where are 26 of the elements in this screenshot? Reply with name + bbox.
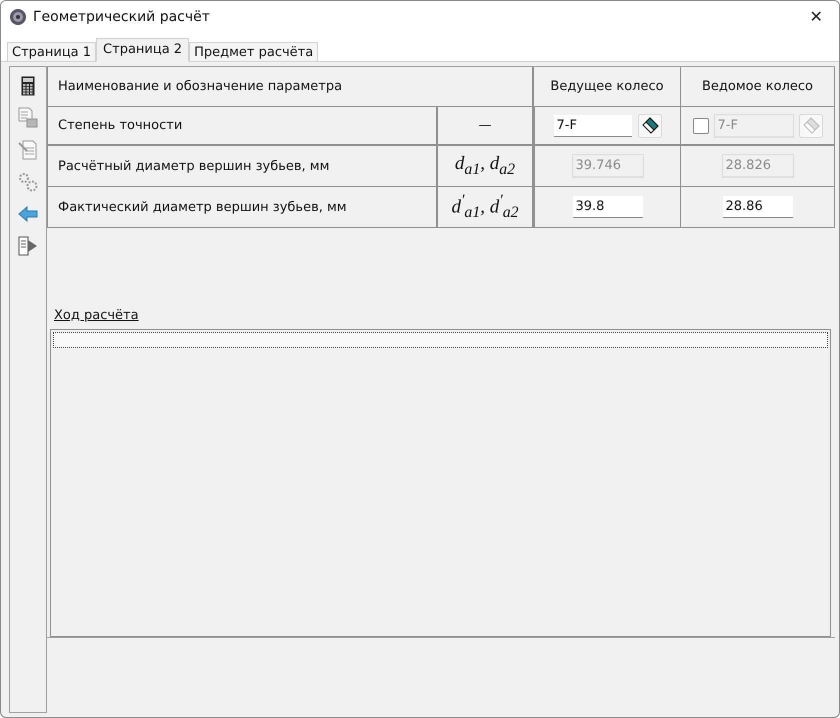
value-field[interactable]: 7-F [554, 114, 632, 136]
log-row[interactable] [53, 332, 828, 348]
document-icon [17, 107, 39, 129]
parameter-name: Расчётный диаметр вершин зубьев, мм [58, 158, 330, 174]
log-link[interactable]: Ход расчёта [54, 308, 139, 323]
gear-icon [9, 8, 27, 26]
parameter-symbol: — [478, 118, 492, 133]
tab[interactable]: Страница 2 [96, 38, 190, 62]
calculator-icon [21, 76, 35, 96]
value-field[interactable]: 39.8 [572, 196, 642, 218]
header-cell: Ведущее колесо [534, 67, 680, 107]
header-cell: Наименование и обозначение параметра [48, 67, 534, 107]
tab[interactable]: Страница 1 [7, 42, 96, 61]
eraser-button[interactable] [638, 114, 662, 138]
document-icon [17, 139, 39, 161]
parameter-symbol: d$_{a1}$, d$_{a2}$ [454, 153, 516, 179]
parameter-name: Фактический диаметр вершин зубьев, мм [58, 200, 347, 214]
tab[interactable]: Предмет расчёта [189, 42, 318, 61]
value-field[interactable]: 28.86 [722, 196, 792, 218]
arrow-left-icon [18, 206, 38, 222]
document-arrow-icon [17, 236, 39, 256]
window-title: Геометрический расчёт [33, 9, 211, 25]
parameter-name: Степень точности [58, 118, 182, 133]
close-button[interactable]: ✕ [801, 7, 831, 27]
header-cell: Ведомое колесо [680, 67, 834, 107]
gears-icon [17, 171, 39, 193]
